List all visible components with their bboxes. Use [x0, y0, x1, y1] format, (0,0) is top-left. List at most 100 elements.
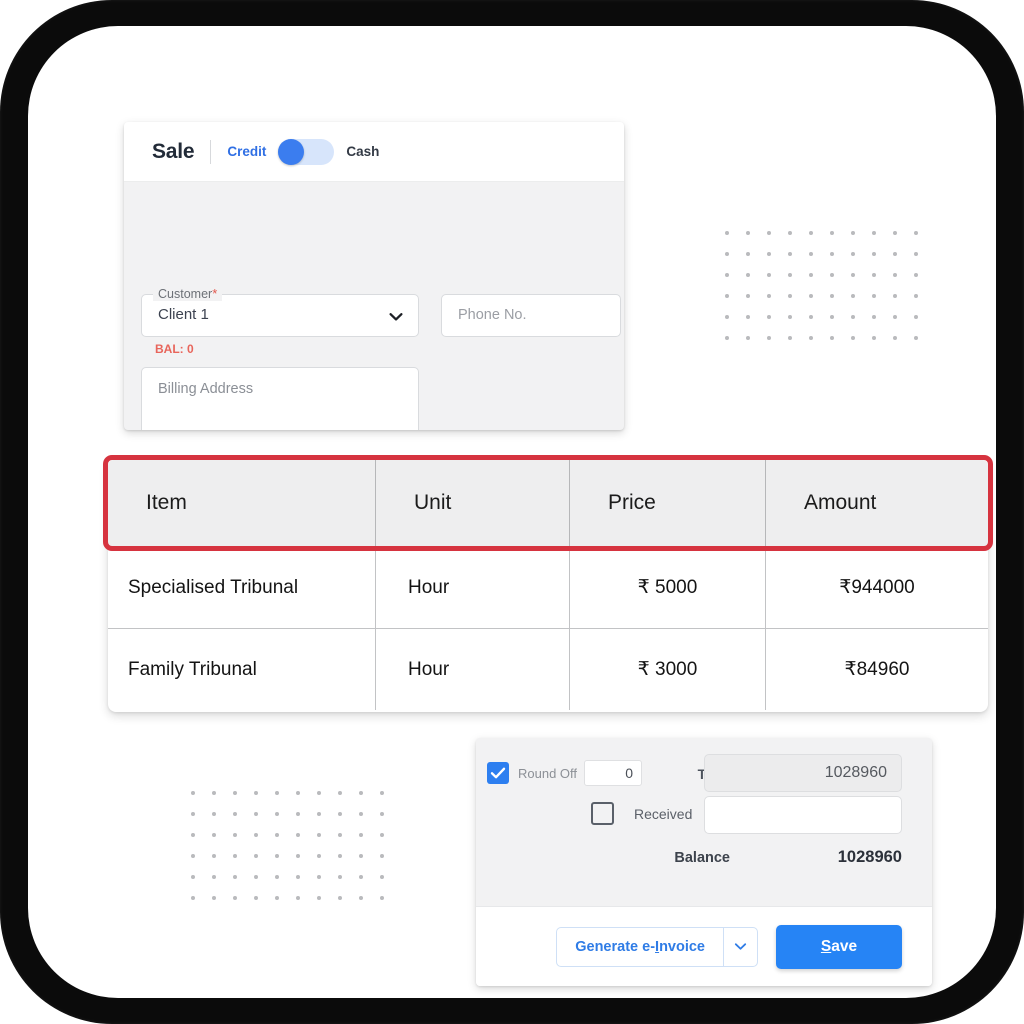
page-title: Sale — [152, 139, 195, 163]
grid-dot — [191, 833, 195, 837]
grid-dot — [254, 854, 258, 858]
column-header-amount[interactable]: Amount — [766, 460, 988, 546]
total-field: 1028960 — [704, 754, 902, 792]
grid-dot — [809, 315, 813, 319]
grid-dot — [914, 252, 918, 256]
grid-dot — [767, 294, 771, 298]
payment-type-toggle[interactable] — [278, 138, 335, 165]
grid-dot — [872, 294, 876, 298]
grid-dot — [851, 315, 855, 319]
grid-dot — [893, 294, 897, 298]
grid-dot — [275, 812, 279, 816]
grid-dot — [233, 791, 237, 795]
chevron-down-icon[interactable] — [388, 309, 404, 325]
grid-dot — [893, 273, 897, 277]
grid-dot — [191, 854, 195, 858]
round-off-input[interactable]: 0 — [584, 760, 642, 786]
chevron-down-icon[interactable] — [723, 927, 757, 966]
grid-dot — [359, 833, 363, 837]
round-off-label: Round Off — [518, 766, 578, 781]
cell-unit: Hour — [376, 547, 570, 628]
toggle-label-credit[interactable]: Credit — [227, 144, 266, 159]
grid-dot — [380, 833, 384, 837]
received-input[interactable] — [704, 796, 902, 834]
grid-dot — [275, 896, 279, 900]
save-button[interactable]: Save — [776, 924, 902, 969]
grid-dot — [725, 315, 729, 319]
received-label: Received — [634, 806, 693, 822]
toggle-label-cash[interactable]: Cash — [346, 144, 379, 159]
customer-balance-text: BAL: 0 — [155, 342, 194, 356]
grid-dot — [851, 231, 855, 235]
grid-dot — [725, 273, 729, 277]
grid-dot — [809, 294, 813, 298]
received-checkbox[interactable] — [591, 802, 614, 825]
grid-dot — [254, 812, 258, 816]
grid-dot — [746, 231, 750, 235]
grid-dot — [767, 252, 771, 256]
grid-dot — [338, 812, 342, 816]
totals-panel: Round Off 0 Total 1028960 Received Balan… — [476, 738, 932, 986]
grid-dot — [809, 336, 813, 340]
save-label-accesskey: S — [820, 937, 832, 955]
grid-dot — [254, 791, 258, 795]
table-row[interactable]: Specialised Tribunal Hour ₹ 5000 ₹944000 — [108, 546, 988, 628]
grid-dot — [788, 294, 792, 298]
round-off-value: 0 — [625, 765, 633, 781]
grid-dot — [233, 896, 237, 900]
grid-dot — [212, 875, 216, 879]
grid-dot — [872, 252, 876, 256]
grid-dot — [317, 875, 321, 879]
grid-dot — [275, 854, 279, 858]
grid-dot — [851, 252, 855, 256]
grid-dot — [788, 315, 792, 319]
grid-dot — [893, 315, 897, 319]
grid-dot — [212, 833, 216, 837]
generate-einvoice-group[interactable]: Generate e- Invoice — [556, 926, 758, 967]
column-header-item[interactable]: Item — [108, 460, 376, 546]
grid-dot — [914, 273, 918, 277]
grid-dot — [746, 336, 750, 340]
customer-select[interactable]: Customer* Client 1 — [141, 286, 419, 337]
column-header-price[interactable]: Price — [570, 460, 766, 546]
grid-dot — [809, 273, 813, 277]
grid-dot — [317, 791, 321, 795]
cell-price: ₹ 5000 — [570, 547, 766, 628]
grid-dot — [830, 273, 834, 277]
toggle-knob[interactable] — [278, 138, 305, 165]
grid-dot — [809, 231, 813, 235]
grid-dot — [767, 315, 771, 319]
column-header-unit[interactable]: Unit — [376, 460, 570, 546]
grid-dot — [788, 273, 792, 277]
grid-dot — [788, 252, 792, 256]
grid-dot — [893, 231, 897, 235]
grid-dot — [830, 294, 834, 298]
grid-dot — [233, 812, 237, 816]
grid-dot — [254, 833, 258, 837]
grid-dot — [233, 833, 237, 837]
grid-dot — [254, 896, 258, 900]
grid-dot — [746, 273, 750, 277]
grid-dot — [359, 854, 363, 858]
device-frame: Sale Credit Cash Customer* Client 1 BAL:… — [0, 0, 1024, 1024]
grid-dot — [275, 791, 279, 795]
phone-placeholder: Phone No. — [458, 307, 527, 323]
total-value: 1028960 — [824, 764, 887, 781]
grid-dot — [359, 875, 363, 879]
grid-dot — [212, 791, 216, 795]
grid-dot — [338, 854, 342, 858]
grid-dot — [191, 791, 195, 795]
grid-dot — [872, 231, 876, 235]
grid-dot — [872, 336, 876, 340]
grid-dot — [725, 336, 729, 340]
grid-dot — [830, 336, 834, 340]
billing-address-textarea[interactable]: Billing Address — [141, 367, 419, 430]
table-row[interactable]: Family Tribunal Hour ₹ 3000 ₹84960 — [108, 628, 988, 710]
grid-dot — [338, 896, 342, 900]
phone-input[interactable]: Phone No. — [441, 294, 621, 337]
cell-item: Specialised Tribunal — [108, 547, 376, 628]
round-off-checkbox[interactable] — [487, 762, 509, 784]
generate-einvoice-button[interactable]: Generate e- Invoice — [557, 928, 723, 966]
grid-dot — [338, 833, 342, 837]
grid-dot — [767, 273, 771, 277]
